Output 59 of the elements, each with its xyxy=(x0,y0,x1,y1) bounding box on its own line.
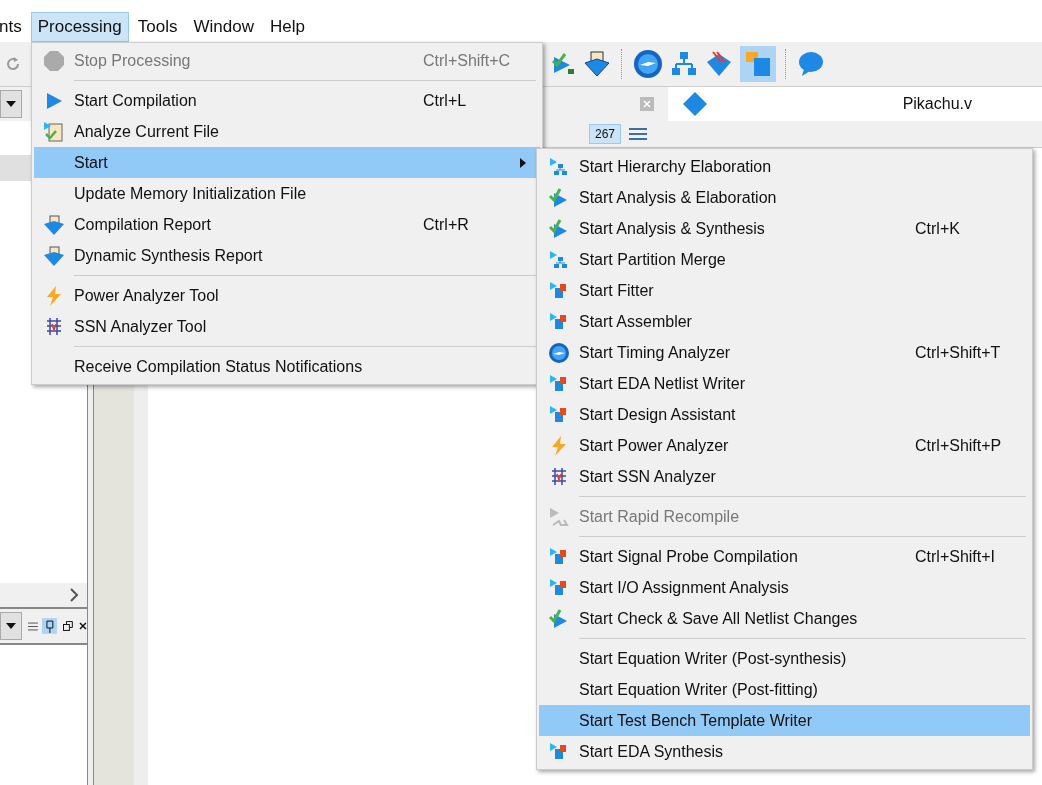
menu-item[interactable]: Start Hierarchy Elaboration xyxy=(539,151,1030,182)
menu-item[interactable]: Update Memory Initialization File xyxy=(34,178,540,209)
compile-check-icon[interactable] xyxy=(550,51,576,77)
clock-icon[interactable] xyxy=(632,48,664,80)
menu-bar-item[interactable]: Processing xyxy=(30,12,129,42)
menu-item[interactable]: Start EDA Synthesis xyxy=(539,736,1030,767)
menu-item[interactable]: Start Timing Analyzer Ctrl+Shift+T xyxy=(539,337,1030,368)
line-count: 267 xyxy=(589,124,622,144)
report-icon xyxy=(43,244,65,267)
menu-item[interactable]: Start Equation Writer (Post-synthesis) xyxy=(539,643,1030,674)
chevron-right-icon[interactable] xyxy=(69,588,79,602)
menu-item[interactable]: Start Partition Merge xyxy=(539,244,1030,275)
stop-sign-icon xyxy=(43,49,65,72)
menu-item[interactable]: Start Analysis & Elaboration xyxy=(539,182,1030,213)
dropdown-button[interactable] xyxy=(0,612,22,640)
menu-item[interactable]: Power Analyzer Tool xyxy=(34,280,540,311)
menu-item[interactable]: Start Test Bench Template Writer xyxy=(539,705,1030,736)
document-check-icon xyxy=(43,120,65,143)
submenu-arrow-icon xyxy=(520,157,526,168)
menu-item[interactable]: Compilation Report Ctrl+R xyxy=(34,209,540,240)
menu-bar-item[interactable]: nts xyxy=(0,12,29,42)
menu-icon[interactable] xyxy=(27,621,38,631)
menu-item[interactable]: Start Analysis & Synthesis Ctrl+K xyxy=(539,213,1030,244)
report-icon xyxy=(43,213,65,236)
caret-icon xyxy=(5,623,16,629)
menu-bar-item[interactable]: Window xyxy=(186,12,261,42)
menu-bar-item[interactable]: Help xyxy=(262,12,312,42)
menu-icon[interactable] xyxy=(629,128,648,140)
menu-item[interactable]: Start Equation Writer (Post-fitting) xyxy=(539,674,1030,705)
menu-item[interactable]: Start Signal Probe Compilation Ctrl+Shift+I xyxy=(539,541,1030,572)
caret-icon xyxy=(6,101,16,107)
menu-item[interactable]: Start Assembler xyxy=(539,306,1030,337)
restore-icon[interactable] xyxy=(63,621,74,631)
clock-icon xyxy=(548,341,570,364)
editor-tab[interactable]: Pikachu.v xyxy=(668,87,1042,121)
menu-item[interactable]: Start Check & Save All Netlist Changes xyxy=(539,603,1030,634)
dropdown-button[interactable] xyxy=(0,90,22,118)
hierarchy-icon xyxy=(548,155,570,178)
diamond-icon xyxy=(682,91,708,117)
menu-item[interactable]: Analyze Current File xyxy=(34,116,540,147)
hierarchy-icon xyxy=(548,248,570,271)
menu-item[interactable]: Start I/O Assignment Analysis xyxy=(539,572,1030,603)
menu-item[interactable]: Start Power Analyzer Ctrl+Shift+P xyxy=(539,430,1030,461)
menu-item[interactable]: Start EDA Netlist Writer xyxy=(539,368,1030,399)
hierarchy-icon[interactable] xyxy=(670,50,698,78)
menu-item[interactable]: Dynamic Synthesis Report xyxy=(34,240,540,271)
menu-item[interactable]: Start Compilation Ctrl+L xyxy=(34,85,540,116)
close-icon[interactable] xyxy=(79,622,87,630)
menu-item[interactable]: SSN Analyzer Tool xyxy=(34,311,540,342)
menu-bar-item[interactable]: Tools xyxy=(130,12,185,42)
pin-icon[interactable] xyxy=(41,618,58,634)
tab-label[interactable]: Pikachu.v xyxy=(902,95,972,113)
menu-item[interactable]: Start Design Assistant xyxy=(539,399,1030,430)
menu-item[interactable]: Start xyxy=(34,147,540,178)
speech-bubble-icon[interactable] xyxy=(796,49,826,79)
menu-item[interactable]: Receive Compilation Status Notifications xyxy=(34,351,540,382)
menu-item[interactable]: Start Fitter xyxy=(539,275,1030,306)
report-icon[interactable] xyxy=(582,49,612,79)
menu-item[interactable]: Start SSN Analyzer xyxy=(539,461,1030,492)
